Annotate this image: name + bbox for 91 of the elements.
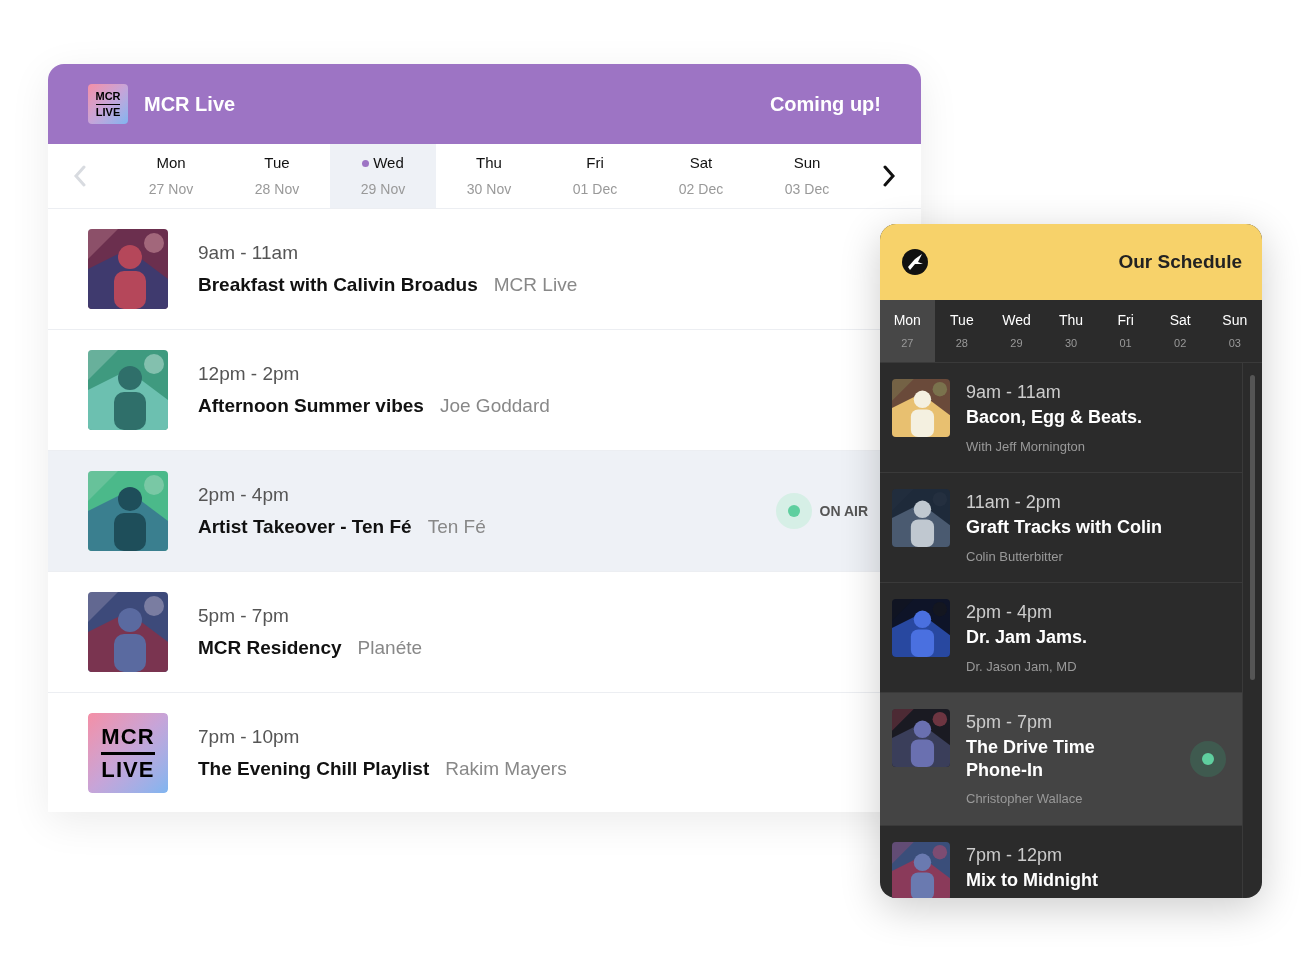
show-time: 2pm - 4pm xyxy=(198,482,290,507)
show-row[interactable]: 9am - 11am Breakfast with Calivin Broadus MCR Live xyxy=(48,209,880,330)
day-label: Sat xyxy=(689,153,713,174)
show-time: 7pm - 12pm xyxy=(966,843,1064,867)
show-time: 2pm - 4pm xyxy=(966,601,1054,624)
day-label: Mon xyxy=(156,153,186,174)
day-tab[interactable]: Tue 28 xyxy=(934,300,990,362)
header-tagline: Coming up! xyxy=(769,92,881,117)
show-title: Dr. Jam Jams. xyxy=(966,626,1089,649)
show-title: Graft Tracks with Colin xyxy=(966,516,1164,539)
logo-text: LIVE xyxy=(101,751,155,781)
day-label: Wed xyxy=(373,153,404,174)
chevron-right-icon xyxy=(882,165,896,187)
day-label: Wed xyxy=(1002,311,1031,331)
day-date: 27 xyxy=(901,336,914,352)
show-title: Afternoon Summer vibes xyxy=(198,394,424,418)
day-label: Tue xyxy=(950,311,974,331)
on-air-label: ON AIR xyxy=(819,501,868,521)
day-label: Sun xyxy=(1222,311,1248,331)
day-tab[interactable]: Sat 02 xyxy=(1152,300,1208,362)
day-tab[interactable]: Sat 02 Dec xyxy=(648,144,754,208)
day-tab[interactable]: Fri 01 Dec xyxy=(542,144,648,208)
show-title: MCR Residency xyxy=(198,636,342,660)
show-time: 5pm - 7pm xyxy=(966,711,1054,734)
show-row[interactable]: MCR LIVE 7pm - 10pm The Evening Chill Playlist Rakim Mayers xyxy=(48,693,880,812)
show-time: 5pm - 7pm xyxy=(198,603,290,628)
show-host: Dr. Jason Jam, MD xyxy=(966,657,1078,676)
show-host: Rakim Mayers xyxy=(445,757,567,781)
station-name: MCR Live xyxy=(144,92,236,117)
show-row[interactable]: 2pm - 4pm Dr. Jam Jams. Dr. Jason Jam, MD xyxy=(880,583,1242,693)
show-row[interactable]: 12pm - 2pm Afternoon Summer vibes Joe Goddard xyxy=(48,330,880,451)
day-label: Mon xyxy=(893,311,921,331)
show-time: 12pm - 2pm xyxy=(198,361,301,386)
show-host: Planéte xyxy=(357,636,423,660)
day-tab[interactable]: Wed 29 xyxy=(989,300,1044,362)
show-time: 9am - 11am xyxy=(198,240,299,265)
day-label: Sat xyxy=(1169,311,1191,331)
show-title: The Evening Chill Playlist xyxy=(198,757,430,781)
day-date: 28 Nov xyxy=(254,179,300,199)
day-date: 03 xyxy=(1228,336,1241,352)
day-tab[interactable]: Thu 30 xyxy=(1043,300,1099,362)
show-time: 11am - 2pm xyxy=(966,491,1062,514)
show-host: Colin Butterbitter xyxy=(966,547,1064,566)
day-label: Thu xyxy=(1058,311,1084,331)
show-host: Ten Fé xyxy=(427,515,486,539)
day-tab[interactable]: Wed 29 Nov xyxy=(330,144,436,208)
show-row[interactable]: 5pm - 7pm The Drive Time Phone-In Christopher Wallace xyxy=(880,693,1242,826)
show-row[interactable]: 5pm - 7pm MCR Residency Planéte xyxy=(48,572,880,693)
day-tab[interactable]: Sun 03 Dec xyxy=(754,144,860,208)
show-title: Bacon, Egg & Beats. xyxy=(966,406,1144,429)
show-row[interactable]: 11am - 2pm Graft Tracks with Colin Colin Butterbitter xyxy=(880,473,1242,583)
day-label: Thu xyxy=(476,153,502,174)
day-date: 29 xyxy=(1010,336,1023,352)
show-row[interactable]: 7pm - 12pm Mix to Midnight xyxy=(880,825,1242,898)
day-label: Sun xyxy=(793,153,821,174)
show-title: The Drive Time Phone-In xyxy=(966,736,1096,781)
show-host: MCR Live xyxy=(493,273,578,297)
show-row[interactable]: 2pm - 4pm Artist Takeover - Ten Fé Ten Fé ON AIR xyxy=(48,451,880,572)
logo-text: MCR xyxy=(95,90,121,102)
show-time: 7pm - 10pm xyxy=(198,724,301,749)
chevron-left-icon xyxy=(73,165,87,187)
day-date: 02 Dec xyxy=(678,179,724,199)
show-row[interactable]: 9am - 11am Bacon, Egg & Beats. With Jeff Mornington xyxy=(880,363,1242,473)
day-tab[interactable]: Tue 28 Nov xyxy=(224,144,330,208)
logo-text: MCR xyxy=(101,725,155,748)
day-tab[interactable]: Mon 27 Nov xyxy=(118,144,224,208)
day-date: 30 xyxy=(1064,336,1078,352)
day-label: Fri xyxy=(1117,311,1134,331)
day-date: 01 Dec xyxy=(572,179,618,199)
header-title: Our Schedule xyxy=(1118,249,1242,274)
day-date: 03 Dec xyxy=(784,179,830,199)
day-date: 02 xyxy=(1174,336,1187,352)
show-title: Breakfast with Calivin Broadus xyxy=(198,273,478,297)
day-date: 27 Nov xyxy=(148,179,194,199)
day-tab[interactable]: Sun 03 xyxy=(1207,300,1262,362)
day-date: 29 Nov xyxy=(360,179,406,199)
day-tab[interactable]: Fri 01 xyxy=(1098,300,1153,362)
day-tab[interactable]: Mon 27 xyxy=(880,300,935,362)
day-label: Fri xyxy=(586,153,604,174)
show-title: Mix to Midnight xyxy=(966,868,1099,891)
day-date: 30 Nov xyxy=(466,179,512,199)
logo-text: LIVE xyxy=(95,103,121,118)
day-label: Tue xyxy=(264,153,290,174)
show-title: Artist Takeover - Ten Fé xyxy=(198,515,412,539)
day-date: 28 xyxy=(955,336,968,352)
day-tab[interactable]: Thu 30 Nov xyxy=(436,144,542,208)
show-time: 9am - 11am xyxy=(966,381,1062,404)
show-host: Christopher Wallace xyxy=(966,790,1084,808)
show-host: Joe Goddard xyxy=(439,394,550,418)
show-host: With Jeff Mornington xyxy=(966,437,1086,456)
day-date: 01 xyxy=(1119,336,1132,352)
